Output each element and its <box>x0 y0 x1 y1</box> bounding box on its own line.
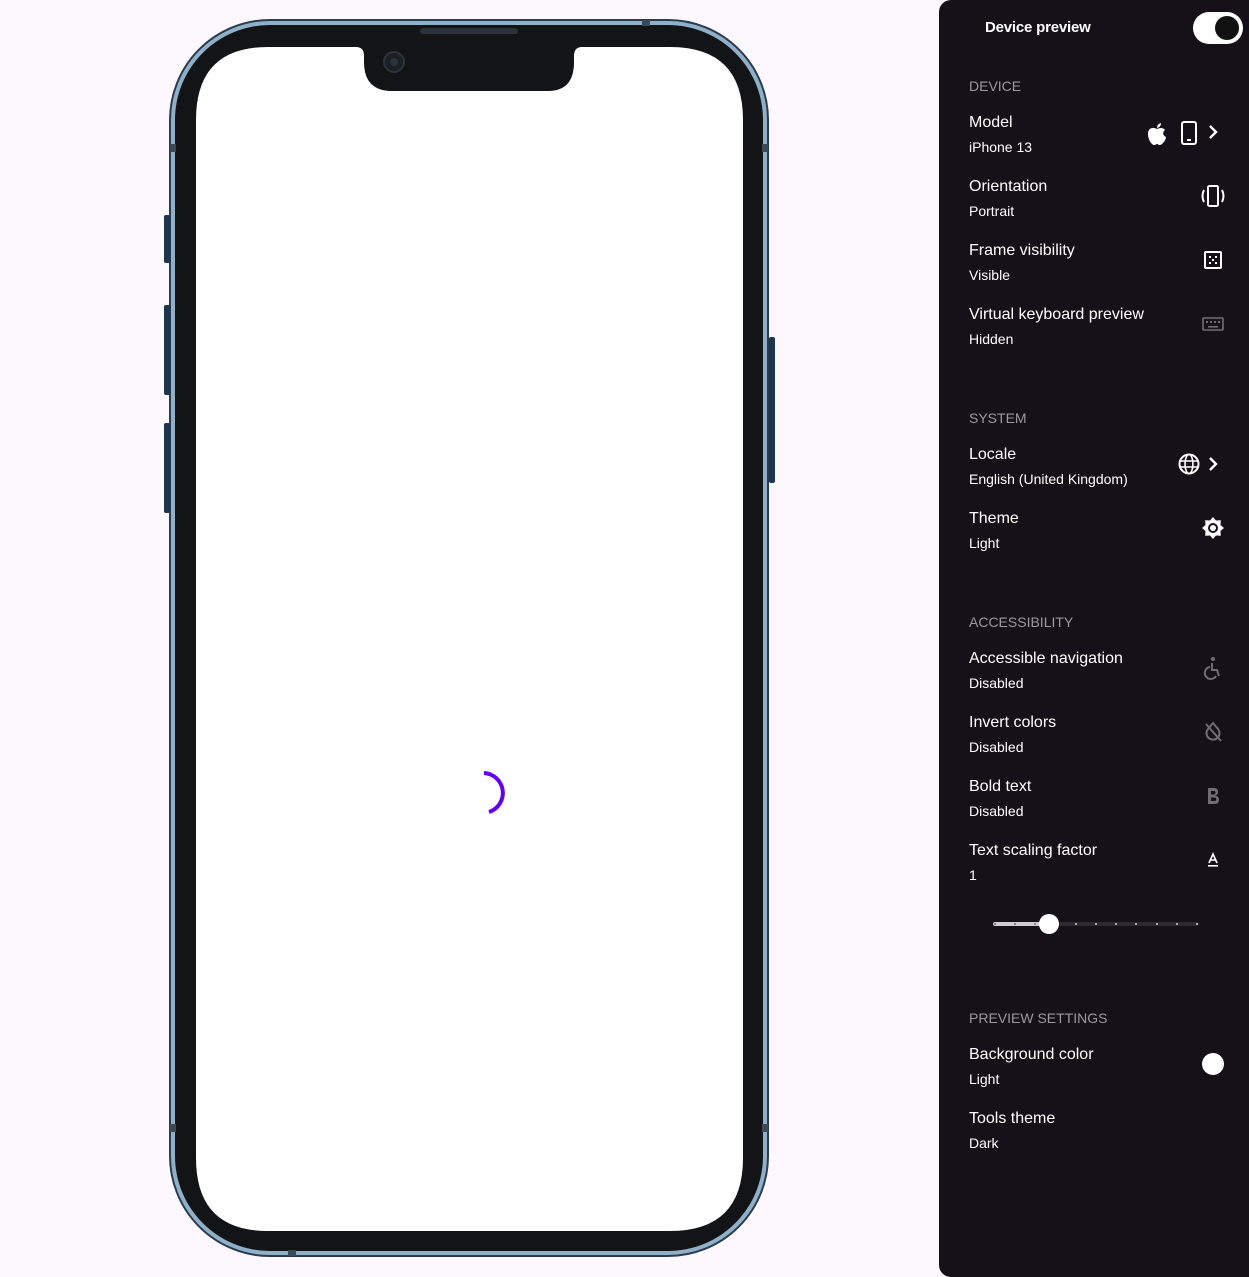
panel-header: Device preview <box>939 0 1249 56</box>
frame-grid-icon <box>1203 250 1223 270</box>
setting-title: Invert colors <box>969 714 1057 731</box>
device-preview-panel: Device preview DEVICE Model iPhone 13 Or… <box>939 0 1249 1277</box>
setting-locale[interactable]: Locale English (United Kingdom) <box>969 446 1239 498</box>
setting-title: Locale <box>969 446 1017 463</box>
circle-icon <box>1201 1052 1225 1076</box>
slider-tick <box>1074 923 1077 925</box>
setting-orientation[interactable]: Orientation Portrait <box>969 178 1239 230</box>
section-title-system: SYSTEM <box>969 410 1027 426</box>
apple-icon <box>1146 120 1168 146</box>
setting-value: Dark <box>969 1135 999 1151</box>
keyboard-icon <box>1201 316 1225 332</box>
setting-frame-visibility[interactable]: Frame visibility Visible <box>969 242 1239 294</box>
device-preview-toggle[interactable] <box>1193 12 1243 44</box>
setting-title: Tools theme <box>969 1110 1056 1127</box>
setting-text-scaling[interactable]: Text scaling factor 1 <box>969 842 1239 894</box>
setting-title: Frame visibility <box>969 242 1075 259</box>
setting-model[interactable]: Model iPhone 13 <box>969 114 1239 166</box>
setting-title: Virtual keyboard preview <box>969 306 1144 323</box>
slider-tick <box>1095 923 1097 925</box>
setting-value: Disabled <box>969 675 1024 691</box>
bold-icon <box>1203 784 1223 808</box>
volume-down-button <box>164 423 170 513</box>
setting-value: Hidden <box>969 331 1014 347</box>
setting-value: Light <box>969 535 1000 551</box>
section-title-preview-settings: PREVIEW SETTINGS <box>969 1010 1108 1026</box>
slider-tick <box>1175 923 1178 925</box>
setting-virtual-keyboard[interactable]: Virtual keyboard preview Hidden <box>969 306 1239 358</box>
slider-tick <box>1196 923 1198 925</box>
setting-bold-text[interactable]: Bold text Disabled <box>969 778 1239 830</box>
action-button <box>164 215 170 263</box>
setting-value: Light <box>969 1071 1000 1087</box>
text-scale-icon <box>1205 850 1221 870</box>
globe-icon <box>1177 452 1201 476</box>
setting-title: Model <box>969 114 1013 131</box>
slider-thumb[interactable] <box>1038 914 1059 934</box>
preview-stage <box>0 0 939 1277</box>
setting-tools-theme[interactable]: Tools theme Dark <box>969 1110 1239 1162</box>
power-button <box>769 337 775 483</box>
smartphone-icon <box>1179 120 1199 146</box>
invert-colors-off-icon <box>1203 720 1223 744</box>
setting-value: English (United Kingdom) <box>969 471 1128 487</box>
setting-value: 1 <box>969 867 977 883</box>
setting-title: Orientation <box>969 178 1048 195</box>
setting-theme[interactable]: Theme Light <box>969 510 1239 562</box>
section-title-device: DEVICE <box>969 78 1022 94</box>
section-title-accessibility: ACCESSIBILITY <box>969 614 1074 630</box>
setting-background-color[interactable]: Background color Light <box>969 1046 1239 1098</box>
setting-accessible-navigation[interactable]: Accessible navigation Disabled <box>969 650 1239 702</box>
setting-invert-colors[interactable]: Invert colors Disabled <box>969 714 1239 766</box>
setting-title: Background color <box>969 1046 1094 1063</box>
setting-title: Text scaling factor <box>969 842 1098 859</box>
chevron-right-icon <box>1205 122 1221 142</box>
setting-title: Theme <box>969 510 1019 527</box>
slider-tick <box>1155 923 1158 925</box>
setting-value: Portrait <box>969 203 1015 219</box>
slider-tick <box>994 923 996 925</box>
text-scaling-slider[interactable] <box>993 914 1203 934</box>
loading-spinner <box>483 771 505 814</box>
volume-up-button <box>164 305 170 395</box>
brightness-icon <box>1201 516 1225 540</box>
setting-title: Accessible navigation <box>969 650 1123 667</box>
setting-title: Bold text <box>969 778 1032 795</box>
setting-value: Visible <box>969 267 1010 283</box>
setting-value: Disabled <box>969 803 1024 819</box>
accessible-icon <box>1203 656 1223 680</box>
screen-rotation-icon <box>1199 184 1227 208</box>
setting-value: Disabled <box>969 739 1024 755</box>
chevron-right-icon <box>1205 454 1221 474</box>
panel-title: Device preview <box>985 19 1091 36</box>
setting-value: iPhone 13 <box>969 139 1033 155</box>
toggle-knob <box>1215 16 1239 40</box>
device-frame <box>169 19 769 1257</box>
